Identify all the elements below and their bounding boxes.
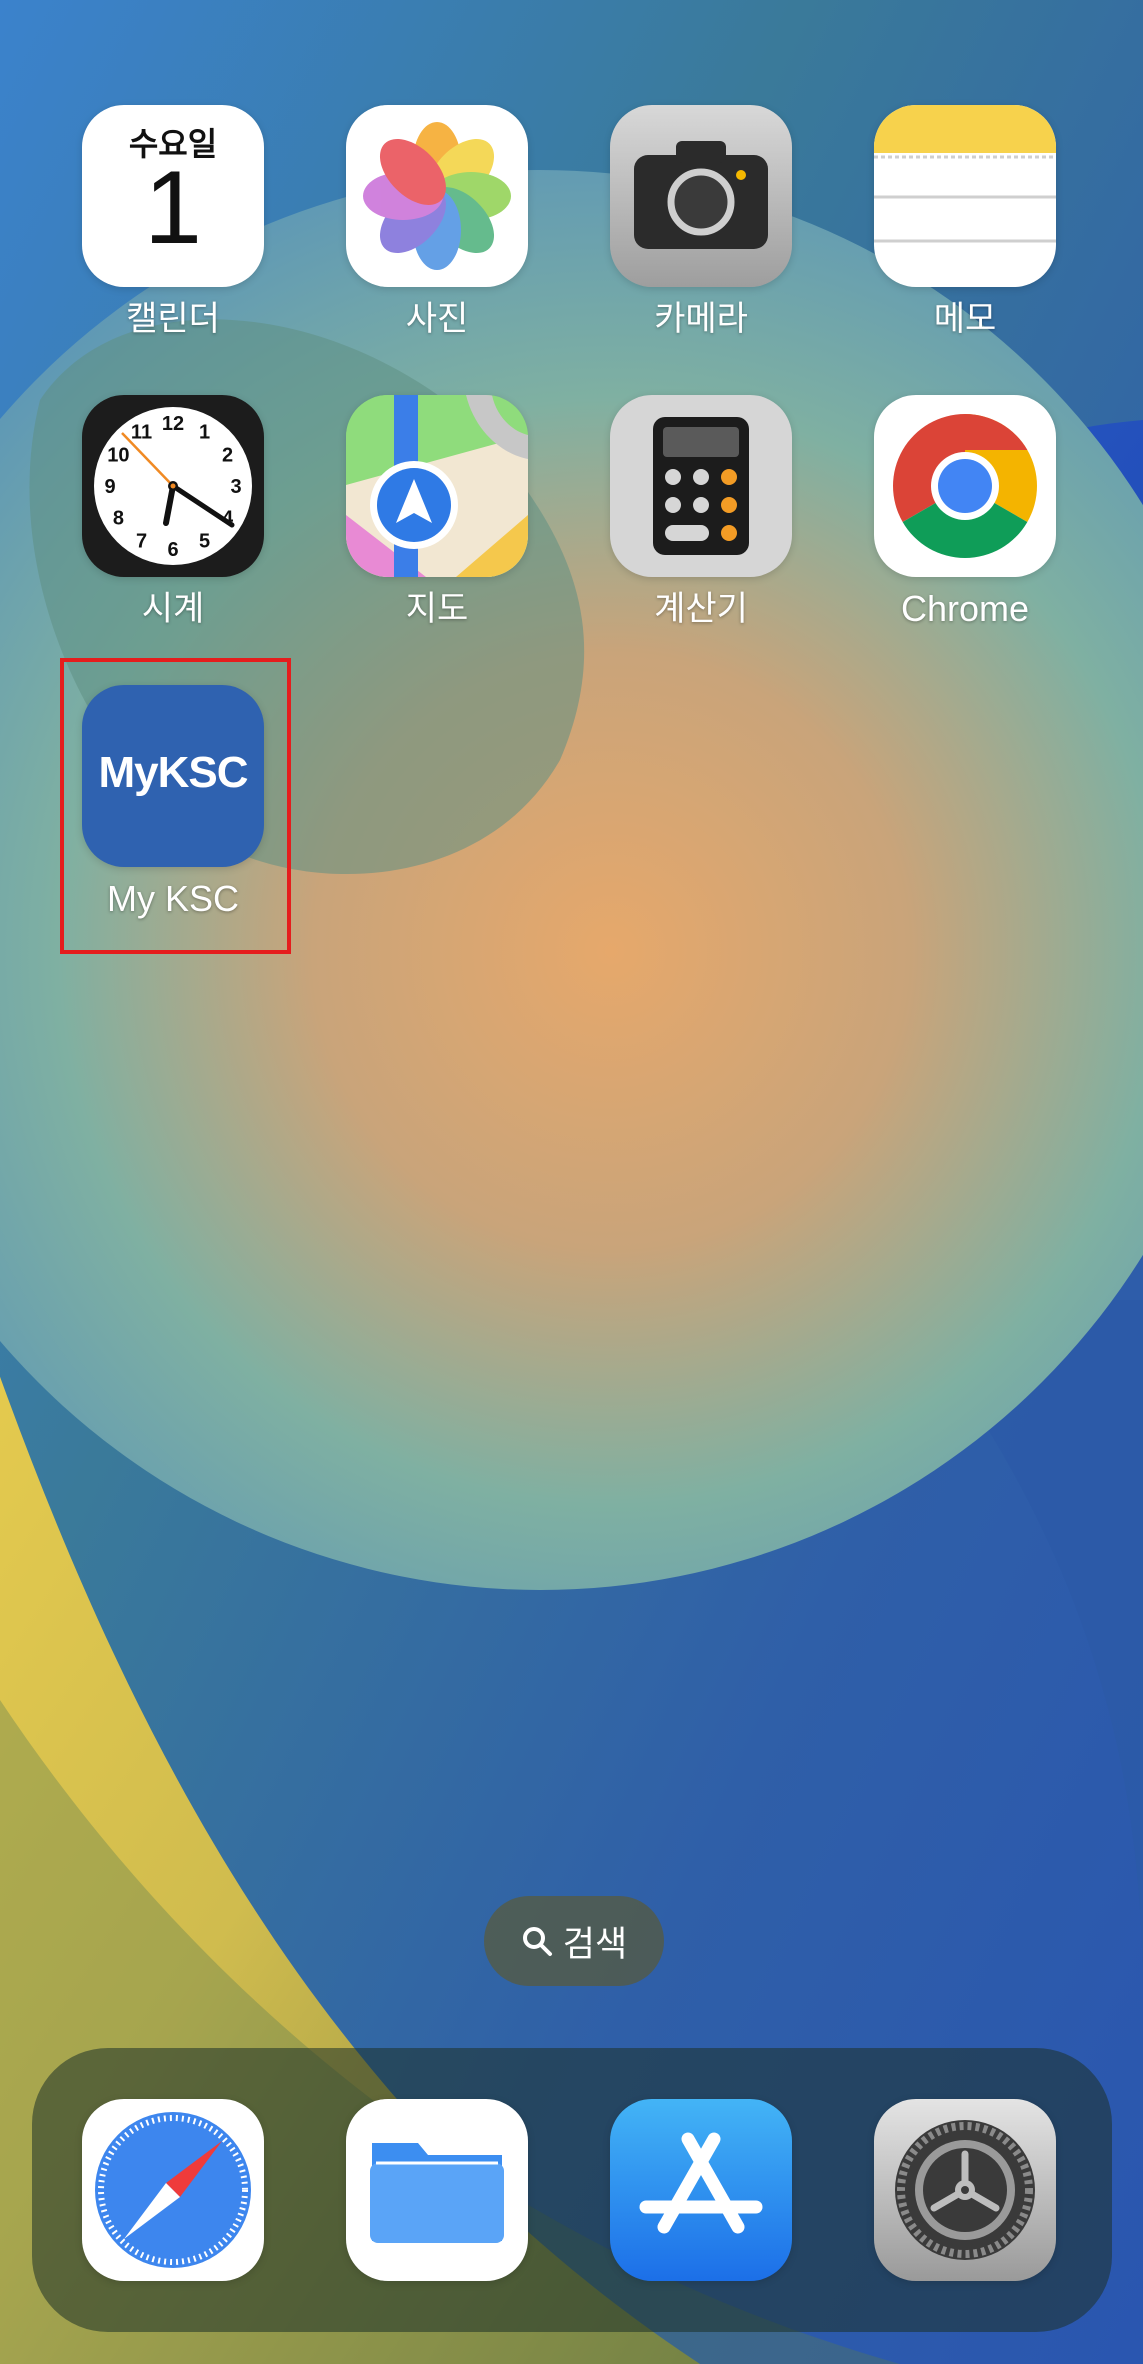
app-label-clock: 시계 [141,589,205,629]
app-label-photos: 사진 [405,299,469,339]
clock-number: 6 [167,539,178,561]
app-calendar[interactable]: 수요일 1 캘린더 [73,105,273,341]
app-store-icon [610,2099,792,2281]
app-calculator[interactable]: 계산기 [601,395,801,631]
search-label: 검색 [562,1924,628,1965]
wallpaper [0,0,1143,2364]
chrome-icon [874,395,1056,577]
app-label-chrome: Chrome [900,588,1030,629]
app-camera[interactable]: 카메라 [601,105,801,341]
clock-number: 10 [107,445,129,467]
app-maps[interactable]: 지도 [337,395,537,631]
clock-number: 9 [104,476,115,498]
clock-number: 1 [199,421,210,443]
app-label-camera: 카메라 [654,299,748,339]
app-label-notes: 메모 [933,299,997,339]
gear-icon [874,2099,1056,2281]
app-label-calendar: 캘린더 [126,299,220,339]
camera-icon [610,105,792,287]
calendar-icon: 수요일 1 [82,105,264,287]
compass-icon [82,2099,264,2281]
clock-icon: 12 1 2 3 4 5 6 7 8 9 10 11 [82,395,264,577]
app-label-calculator: 계산기 [654,589,748,629]
dock-app-safari[interactable] [82,2099,264,2281]
magnifier-icon [522,1927,552,1956]
clock-number: 11 [131,421,152,443]
folder-icon [346,2099,528,2281]
clock-number: 12 [162,413,184,435]
clock-number: 3 [230,476,241,498]
clock-number: 2 [222,445,233,467]
search-button[interactable]: 검색 [484,1896,664,1986]
calendar-day: 1 [144,150,202,266]
dock-app-settings[interactable] [874,2099,1056,2281]
app-chrome[interactable]: Chrome [865,395,1065,631]
dock-app-files[interactable] [346,2099,528,2281]
notepad-icon [874,105,1056,287]
highlight-box [60,658,291,954]
app-clock[interactable]: 12 1 2 3 4 5 6 7 8 9 10 11 시계 [73,395,273,631]
clock-number: 5 [199,531,210,553]
app-photos[interactable]: 사진 [337,105,537,341]
calculator-icon [610,395,792,577]
app-label-maps: 지도 [405,589,469,629]
app-notes[interactable]: 메모 [865,105,1065,341]
map-icon [346,395,528,577]
clock-number: 7 [136,531,147,553]
dock-app-app-store[interactable] [610,2099,792,2281]
flower-icon [346,105,528,287]
clock-number: 8 [113,508,124,530]
